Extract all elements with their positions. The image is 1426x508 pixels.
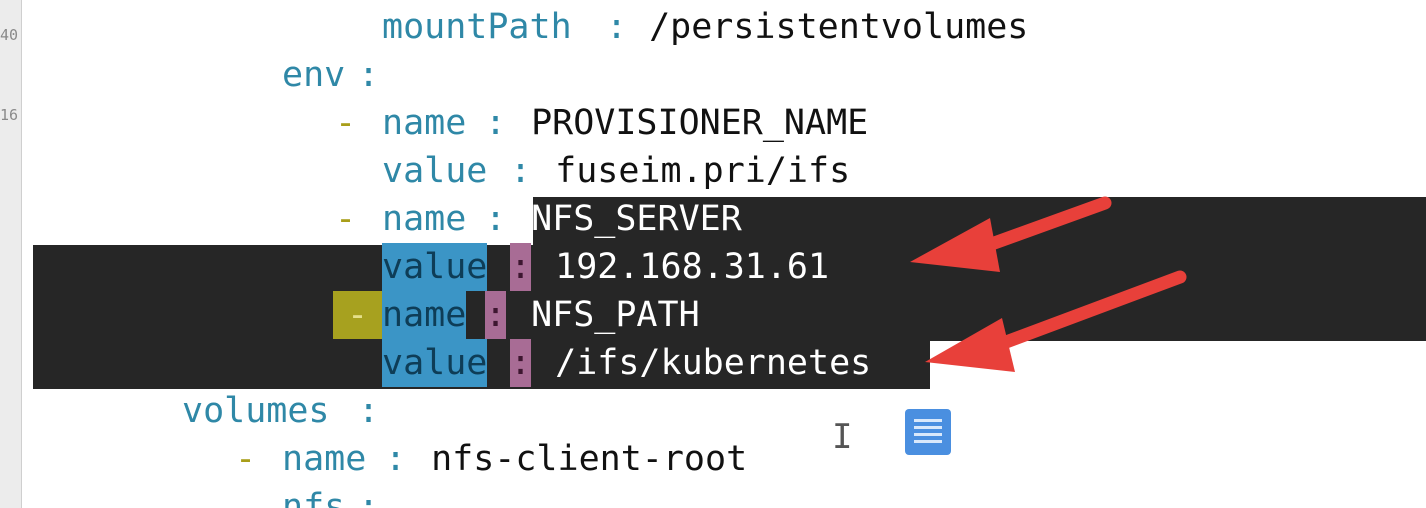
text-cursor-icon: I <box>832 417 853 457</box>
arrow-to-nfs-path <box>925 270 1187 372</box>
note-icon[interactable] <box>905 409 951 455</box>
arrow-to-nfs-server-ip <box>910 196 1112 272</box>
annotation-arrows <box>910 196 1187 372</box>
yaml-editor[interactable]: 40 16 mountPath : /persistentvolumes env… <box>0 0 1426 508</box>
